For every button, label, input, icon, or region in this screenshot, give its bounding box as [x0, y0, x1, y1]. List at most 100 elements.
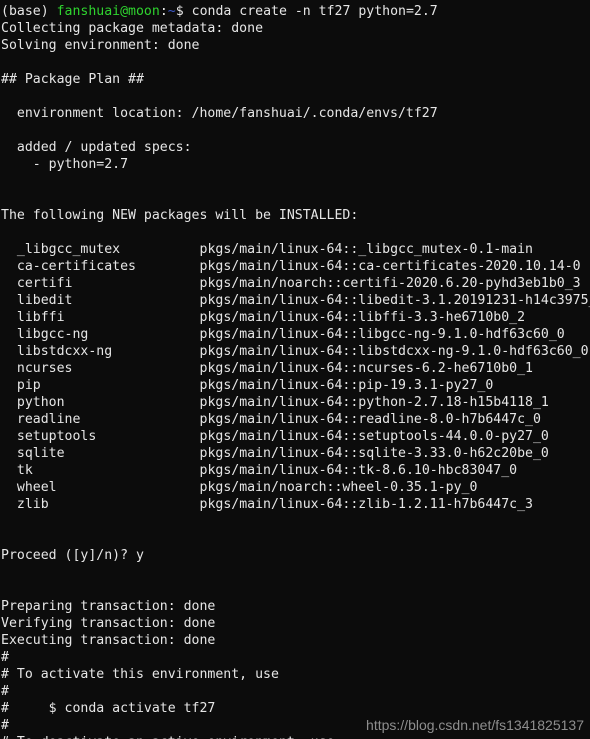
- output-line: # To deactivate an active environment, u…: [1, 734, 590, 739]
- proceed-prompt[interactable]: Proceed ([y]/n)? y: [1, 547, 590, 564]
- package-name: libgcc-ng: [16, 327, 89, 342]
- package-indent: [1, 480, 17, 495]
- package-column-gap: [72, 361, 199, 376]
- package-indent: [1, 293, 17, 308]
- package-name: setuptools: [16, 429, 97, 444]
- package-column-gap: [88, 327, 199, 342]
- output-line: #: [1, 650, 9, 665]
- package-spec: pkgs/main/linux-64::ncurses-6.2-he6710b0…: [199, 361, 533, 376]
- package-indent: [1, 361, 17, 376]
- package-row: libffi pkgs/main/linux-64::libffi-3.3-he…: [1, 309, 590, 326]
- output-line-blank: [1, 173, 590, 190]
- package-name: _libgcc_mutex: [16, 242, 121, 257]
- package-plan-heading: ## Package Plan ##: [1, 72, 144, 87]
- package-indent: [1, 446, 17, 461]
- package-name: sqlite: [16, 446, 65, 461]
- output-line-blank: [1, 530, 590, 547]
- spec-item: - python=2.7: [1, 157, 129, 172]
- package-column-gap: [136, 259, 200, 274]
- prompt-sigil: $: [175, 4, 184, 19]
- output-line: Verifying transaction: done: [1, 616, 216, 631]
- package-indent: [1, 242, 17, 257]
- package-row: ncurses pkgs/main/linux-64::ncurses-6.2-…: [1, 360, 590, 377]
- package-indent: [1, 378, 17, 393]
- package-name: ncurses: [16, 361, 73, 376]
- transaction-output: Preparing transaction: done Verifying tra…: [1, 564, 590, 739]
- package-row: certifi pkgs/main/noarch::certifi-2020.6…: [1, 275, 590, 292]
- package-name: ca-certificates: [16, 259, 136, 274]
- package-column-gap: [65, 310, 200, 325]
- output-line-blank: [1, 122, 590, 139]
- output-line: Preparing transaction: done: [1, 599, 216, 614]
- output-line-blank: [1, 190, 590, 207]
- package-indent: [1, 395, 17, 410]
- package-name: libffi: [16, 310, 65, 325]
- package-row: zlib pkgs/main/linux-64::zlib-1.2.11-h7b…: [1, 496, 590, 513]
- package-row: setuptools pkgs/main/linux-64::setuptool…: [1, 428, 590, 445]
- package-spec: pkgs/main/linux-64::pip-19.3.1-py27_0: [199, 378, 494, 393]
- prompt-command: conda create -n tf27 python=2.7: [191, 4, 438, 19]
- package-spec: pkgs/main/linux-64::libedit-3.1.20191231…: [199, 293, 590, 308]
- output-line-blank: [1, 224, 590, 241]
- watermark-text: https://blog.csdn.net/fs1341825137: [366, 717, 584, 733]
- package-indent: [1, 259, 17, 274]
- package-column-gap: [41, 378, 200, 393]
- package-indent: [1, 276, 17, 291]
- package-row: sqlite pkgs/main/linux-64::sqlite-3.33.0…: [1, 445, 590, 462]
- package-spec: pkgs/main/noarch::wheel-0.35.1-py_0: [199, 480, 478, 495]
- package-spec: pkgs/main/linux-64::_libgcc_mutex-0.1-ma…: [199, 242, 533, 257]
- package-list: _libgcc_mutex pkgs/main/linux-64::_libgc…: [1, 241, 590, 513]
- package-spec: pkgs/main/linux-64::zlib-1.2.11-h7b6447c…: [199, 497, 533, 512]
- package-indent: [1, 412, 17, 427]
- package-column-gap: [96, 429, 199, 444]
- package-column-gap: [65, 395, 200, 410]
- package-indent: [1, 344, 17, 359]
- package-column-gap: [112, 344, 199, 359]
- package-spec: pkgs/main/linux-64::libffi-3.3-he6710b0_…: [199, 310, 526, 325]
- output-line: # To activate this environment, use: [1, 667, 279, 682]
- output-line-blank: [1, 88, 590, 105]
- package-spec: pkgs/main/linux-64::libgcc-ng-9.1.0-hdf6…: [199, 327, 565, 342]
- package-spec: pkgs/main/linux-64::setuptools-44.0.0-py…: [199, 429, 549, 444]
- package-indent: [1, 429, 17, 444]
- package-spec: pkgs/main/noarch::certifi-2020.6.20-pyhd…: [199, 276, 581, 291]
- terminal-window[interactable]: (base) fanshuai@moon:~$ conda create -n …: [0, 0, 590, 739]
- package-name: tk: [16, 463, 33, 478]
- prompt-separator: :: [159, 4, 168, 19]
- package-row: libgcc-ng pkgs/main/linux-64::libgcc-ng-…: [1, 326, 590, 343]
- package-name: libedit: [16, 293, 73, 308]
- output-line-blank: [1, 564, 590, 581]
- package-indent: [1, 463, 17, 478]
- environment-location-line: environment location: /home/fanshuai/.co…: [1, 106, 438, 121]
- package-spec: pkgs/main/linux-64::sqlite-3.33.0-h62c20…: [199, 446, 549, 461]
- package-spec: pkgs/main/linux-64::readline-8.0-h7b6447…: [199, 412, 541, 427]
- output-line: #: [1, 684, 9, 699]
- package-column-gap: [57, 480, 200, 495]
- prompt-user-host: fanshuai@moon: [56, 4, 160, 19]
- package-name: python: [16, 395, 65, 410]
- package-column-gap: [49, 497, 200, 512]
- package-column-gap: [65, 446, 200, 461]
- added-updated-specs-label: added / updated specs:: [1, 140, 192, 155]
- package-row: libstdcxx-ng pkgs/main/linux-64::libstdc…: [1, 343, 590, 360]
- package-spec: pkgs/main/linux-64::libstdcxx-ng-9.1.0-h…: [199, 344, 589, 359]
- package-name: readline: [16, 412, 81, 427]
- package-row: pip pkgs/main/linux-64::pip-19.3.1-py27_…: [1, 377, 590, 394]
- package-name: pip: [16, 378, 41, 393]
- package-name: wheel: [16, 480, 57, 495]
- package-column-gap: [80, 412, 199, 427]
- package-column-gap: [72, 276, 199, 291]
- package-column-gap: [33, 463, 200, 478]
- package-spec: pkgs/main/linux-64::python-2.7.18-h15b41…: [199, 395, 549, 410]
- output-line: Executing transaction: done: [1, 633, 216, 648]
- package-row: tk pkgs/main/linux-64::tk-8.6.10-hbc8304…: [1, 462, 590, 479]
- output-line: Solving environment: done: [1, 38, 200, 53]
- package-name: libstdcxx-ng: [16, 344, 113, 359]
- package-name: zlib: [16, 497, 49, 512]
- output-line-blank: [1, 581, 590, 598]
- output-line: # $ conda activate tf27: [1, 701, 216, 716]
- prompt-path: ~: [167, 4, 176, 19]
- package-row: readline pkgs/main/linux-64::readline-8.…: [1, 411, 590, 428]
- packages-header: The following NEW packages will be INSTA…: [1, 208, 359, 223]
- output-line-blank: [1, 54, 590, 71]
